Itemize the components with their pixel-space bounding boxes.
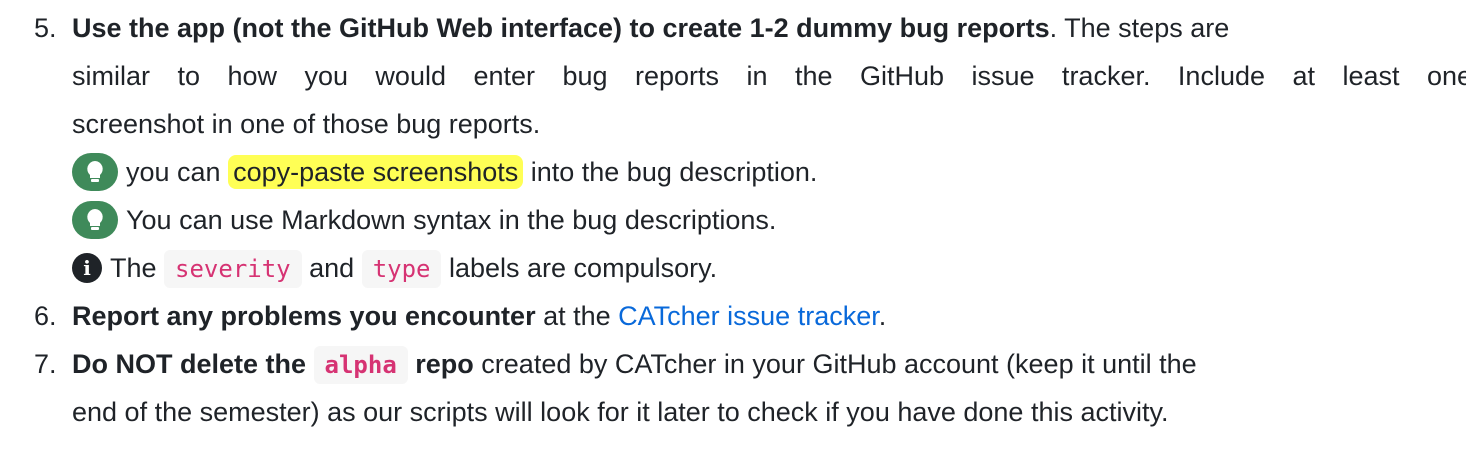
note-line: i The severity and type labels are compul… [72,244,717,292]
item-text: at the [535,301,619,331]
item-text: . [878,301,887,331]
tip-text: into the bug description. [523,157,818,187]
item-line: similar to how you would enter bug repor… [72,61,1466,91]
item-text: created by CATcher in your GitHub accoun… [473,349,1197,379]
item-line: Report any problems you encounter at the… [72,292,886,340]
note-text: and [301,253,362,283]
note-text: The [110,253,165,283]
item-line: screenshot in one of those bug reports. [72,109,541,139]
note-text: labels are compulsory. [441,253,718,283]
tip-text: You can use Markdown syntax in the bug d… [126,205,777,235]
item-number: 6. [34,301,57,331]
tip-line: You can use Markdown syntax in the bug d… [72,196,776,244]
item-bold-text: Report any problems you encounter [72,301,536,331]
item-bold-text: Use the app (not the GitHub Web interfac… [72,13,1050,43]
tip-line: you can copy-paste screenshots into the … [72,148,817,196]
item-text: . The steps are [1049,13,1230,43]
lightbulb-icon [72,152,118,191]
item-bold-text: repo [407,349,474,379]
lightbulb-icon [72,200,118,239]
catcher-issue-tracker-link[interactable]: CATcher issue tracker [618,301,879,331]
item-number: 5. [34,13,57,43]
item-line: end of the semester) as our scripts will… [72,397,1169,427]
item-bold-text: Do NOT delete the [72,349,314,379]
code-severity: severity [164,250,302,288]
item-line: Do NOT delete the alpha repo created by … [72,340,1197,388]
highlighted-text: copy-paste screenshots [228,155,524,189]
item-line: Use the app (not the GitHub Web interfac… [72,4,1229,52]
item-number: 7. [34,349,57,379]
tip-text: you can [126,157,229,187]
info-icon: i [72,252,102,283]
code-type: type [361,250,442,288]
code-alpha: alpha [313,346,408,384]
